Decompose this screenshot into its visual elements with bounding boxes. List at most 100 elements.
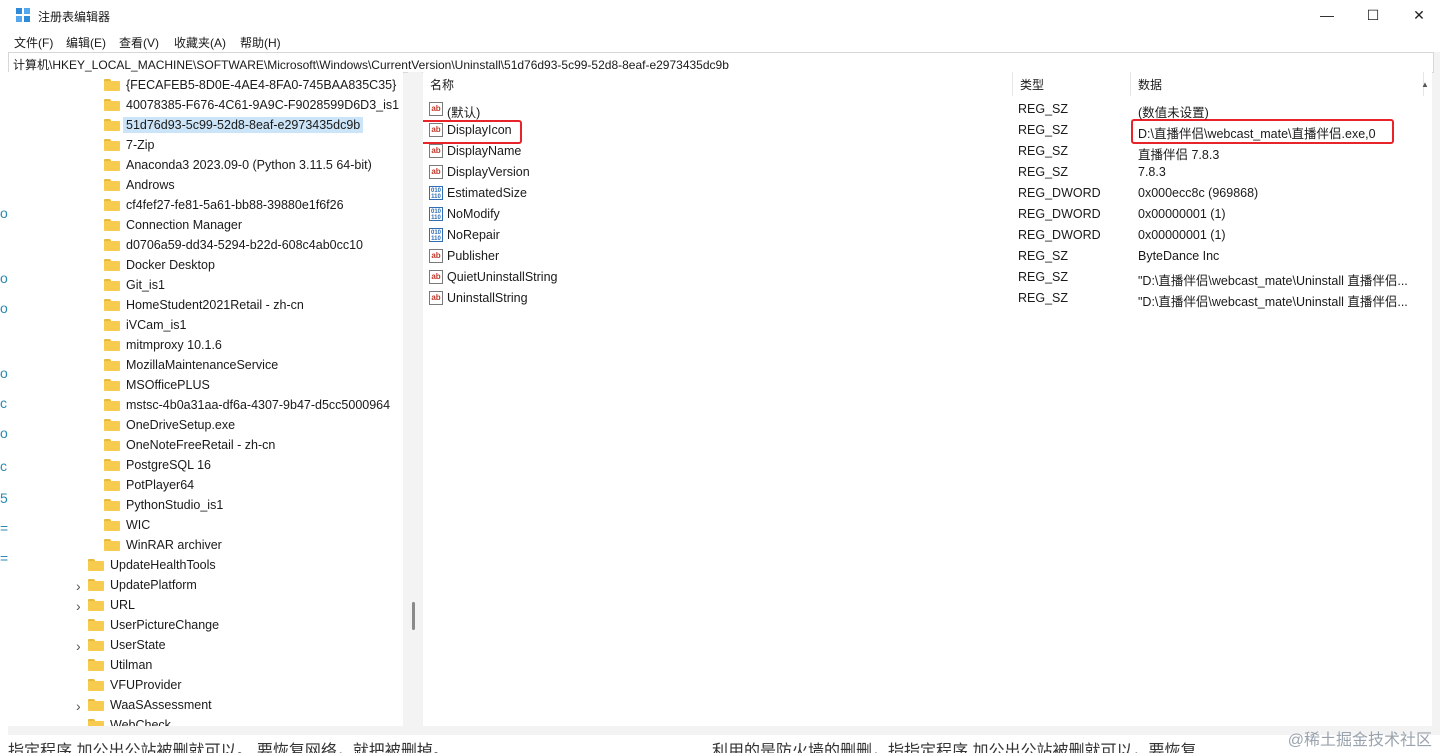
value-row[interactable]: ab Publisher REG_SZ ByteDance Inc [423, 246, 1423, 267]
background-page-left-edge: o o o o c o c 5 = = [0, 0, 8, 753]
chevron-right-icon[interactable]: › [76, 698, 81, 714]
column-header-data[interactable]: 数据 [1131, 72, 1424, 96]
tree-item-label: WaaSAssessment [110, 698, 212, 712]
tree-item[interactable]: cf4fef27-fe81-5a61-bb88-39880e1f6f26 [104, 195, 344, 215]
menu-help[interactable]: 帮助(H) [240, 34, 281, 51]
value-row[interactable]: 010 110 EstimatedSize REG_DWORD 0x000ecc8c (… [423, 183, 1423, 204]
tree-item[interactable]: UserPictureChange [88, 615, 219, 635]
list-scroll-up-icon[interactable]: ▲ [1421, 80, 1429, 89]
menu-edit[interactable]: 编辑(E) [66, 34, 106, 51]
address-bar[interactable]: 计算机\HKEY_LOCAL_MACHINE\SOFTWARE\Microsof… [8, 52, 1434, 73]
menu-view[interactable]: 查看(V) [119, 34, 159, 51]
folder-icon [104, 439, 120, 451]
tree-item[interactable]: Connection Manager [104, 215, 242, 235]
folder-icon [104, 99, 120, 111]
tree-scrollbar-thumb[interactable] [412, 602, 415, 630]
value-row[interactable]: ab (默认) REG_SZ (数值未设置) [423, 99, 1423, 120]
maximize-button[interactable]: ☐ [1350, 0, 1396, 30]
minimize-button[interactable]: — [1304, 0, 1350, 30]
folder-icon [104, 539, 120, 551]
value-name: (默认) [447, 106, 481, 120]
tree-item[interactable]: 51d76d93-5c99-52d8-8eaf-e2973435dc9b [104, 115, 364, 135]
tree-item-label: MozillaMaintenanceService [126, 358, 279, 372]
value-name: NoModify [447, 207, 500, 221]
tree-item[interactable]: Utilman [88, 655, 152, 675]
value-row[interactable]: ab UninstallString REG_SZ "D:\直播伴侣\webcast_… [423, 288, 1423, 309]
folder-icon [104, 219, 120, 231]
value-row[interactable]: 010 110 NoRepair REG_DWORD 0x00000001 (1) [423, 225, 1423, 246]
tree-item[interactable]: Git_is1 [104, 275, 165, 295]
dword-value-icon: 010 110 [429, 228, 443, 242]
tree-item[interactable]: 7-Zip [104, 135, 154, 155]
chevron-right-icon[interactable]: › [76, 578, 81, 594]
folder-icon [104, 139, 120, 151]
value-row[interactable]: ab QuietUninstallString REG_SZ "D:\直播伴侣\web… [423, 267, 1423, 288]
tree-item[interactable]: {FECAFEB5-8D0E-4AE4-8FA0-745BAA835C35} [104, 75, 396, 95]
dword-value-icon: 010 110 [429, 207, 443, 221]
folder-icon [88, 679, 104, 691]
tree-item[interactable]: mitmproxy 10.1.6 [104, 335, 222, 355]
value-data: 直播伴侣 7.8.3 [1138, 148, 1220, 162]
tree-item[interactable]: Docker Desktop [104, 255, 215, 275]
tree-item[interactable]: PostgreSQL 16 [104, 455, 211, 475]
value-row[interactable]: ab DisplayName REG_SZ 直播伴侣 7.8.3 [423, 141, 1423, 162]
value-type: REG_SZ [1018, 270, 1069, 284]
tree-item[interactable]: WaaSAssessment [88, 695, 212, 715]
tree-item-label: OneNoteFreeRetail - zh-cn [126, 438, 276, 452]
tree-item[interactable]: mstsc-4b0a31aa-df6a-4307-9b47-d5cc500096… [104, 395, 390, 415]
value-type: REG_SZ [1018, 291, 1069, 305]
tree-item-label: VFUProvider [110, 678, 182, 692]
tree-item[interactable]: MozillaMaintenanceService [104, 355, 278, 375]
value-name: UninstallString [447, 291, 528, 305]
folder-icon [104, 79, 120, 91]
tree-item[interactable]: Anaconda3 2023.09-0 (Python 3.11.5 64-bi… [104, 155, 372, 175]
tree-item-label: UpdatePlatform [110, 578, 197, 592]
address-path[interactable]: 计算机\HKEY_LOCAL_MACHINE\SOFTWARE\Microsof… [13, 56, 729, 73]
tree-item[interactable]: VFUProvider [88, 675, 182, 695]
tree-item[interactable]: WinRAR archiver [104, 535, 222, 555]
tree-item[interactable]: PotPlayer64 [104, 475, 194, 495]
background-text-left: 指定程序 加公出公站被删就可以。 要恢复网络，就把被删掉。 [8, 743, 449, 753]
menu-favorites[interactable]: 收藏夹(A) [174, 34, 226, 51]
tree-item[interactable]: UpdateHealthTools [88, 555, 216, 575]
tree-item[interactable]: UpdatePlatform [88, 575, 197, 595]
string-value-icon: ab [429, 123, 443, 137]
key-tree[interactable]: {FECAFEB5-8D0E-4AE4-8FA0-745BAA835C35} 40… [8, 72, 403, 726]
string-value-icon: ab [429, 144, 443, 158]
value-type: REG_SZ [1018, 144, 1069, 158]
tree-item[interactable]: UserState [88, 635, 166, 655]
menu-file[interactable]: 文件(F) [14, 34, 53, 51]
tree-item-label: OneDriveSetup.exe [126, 418, 236, 432]
tree-item-label: Docker Desktop [126, 258, 215, 272]
folder-icon [104, 179, 120, 191]
tree-item[interactable]: Androws [104, 175, 175, 195]
column-header-type[interactable]: 类型 [1013, 72, 1131, 96]
chevron-right-icon[interactable]: › [76, 598, 81, 614]
tree-item[interactable]: WebCheck [88, 715, 171, 726]
value-row[interactable]: ab DisplayVersion REG_SZ 7.8.3 [423, 162, 1423, 183]
close-button[interactable]: ✕ [1396, 0, 1440, 30]
tree-item[interactable]: MSOfficePLUS [104, 375, 210, 395]
tree-item[interactable]: URL [88, 595, 135, 615]
folder-icon [88, 639, 104, 651]
tree-item[interactable]: iVCam_is1 [104, 315, 186, 335]
value-row[interactable]: ab DisplayIcon REG_SZ D:\直播伴侣\webcast_mate\… [423, 120, 1423, 141]
chevron-right-icon[interactable]: › [76, 638, 81, 654]
tree-item-label: MSOfficePLUS [126, 378, 210, 392]
folder-icon [104, 519, 120, 531]
tree-item[interactable]: PythonStudio_is1 [104, 495, 223, 515]
tree-item-label: Androws [126, 178, 175, 192]
tree-item-label: d0706a59-dd34-5294-b22d-608c4ab0cc10 [126, 238, 364, 252]
tree-scrollbar[interactable] [408, 72, 422, 726]
tree-item[interactable]: HomeStudent2021Retail - zh-cn [104, 295, 304, 315]
values-list[interactable]: 名称 类型 数据 ab (默认) REG_SZ (数值未设置) ab DisplayIco… [423, 72, 1432, 726]
menu-bar: 文件(F) 编辑(E) 查看(V) 收藏夹(A) 帮助(H) [8, 30, 1440, 52]
tree-item[interactable]: WIC [104, 515, 150, 535]
tree-item[interactable]: OneDriveSetup.exe [104, 415, 235, 435]
tree-item[interactable]: 40078385-F676-4C61-9A9C-F9028599D6D3_is1 [104, 95, 399, 115]
value-row[interactable]: 010 110 NoModify REG_DWORD 0x00000001 (1) [423, 204, 1423, 225]
tree-item[interactable]: d0706a59-dd34-5294-b22d-608c4ab0cc10 [104, 235, 363, 255]
folder-icon [104, 499, 120, 511]
column-header-name[interactable]: 名称 [423, 72, 1013, 96]
tree-item[interactable]: OneNoteFreeRetail - zh-cn [104, 435, 275, 455]
